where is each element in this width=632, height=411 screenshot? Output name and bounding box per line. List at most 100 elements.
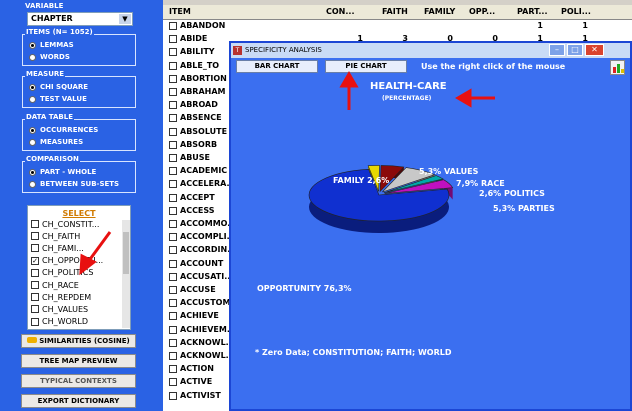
select-item-label: CH_CONSTIT... <box>42 219 100 229</box>
checkbox[interactable] <box>31 293 39 302</box>
select-item[interactable]: CH_VALUES <box>28 303 130 315</box>
header-item[interactable]: ITEM <box>169 7 191 16</box>
checkbox[interactable] <box>31 232 39 241</box>
row-checkbox[interactable] <box>169 167 177 176</box>
row-checkbox[interactable] <box>169 140 177 149</box>
radio-label: PART - WHOLE <box>40 168 97 176</box>
row-value: 1 <box>582 21 588 30</box>
header-family[interactable]: FAMILY <box>424 7 455 16</box>
slice-label-race: 7,9% RACE <box>456 179 505 188</box>
minimize-icon[interactable]: – <box>549 44 565 56</box>
radio-between-subsets[interactable]: BETWEEN SUB-SETS <box>29 179 119 189</box>
radio-lemmas[interactable]: LEMMAS <box>29 40 74 50</box>
row-checkbox[interactable] <box>169 180 177 189</box>
radio-dot[interactable] <box>29 138 36 146</box>
row-checkbox[interactable] <box>169 193 177 202</box>
row-checkbox[interactable] <box>169 272 177 281</box>
table-row[interactable]: ABANDON 1 1 <box>163 19 632 33</box>
select-listbox[interactable]: SELECT CH_CONSTIT... CH_FAITH CH_FAMI... ✓ C… <box>27 205 131 330</box>
header-opp[interactable]: OPP... <box>469 7 495 16</box>
header-faith[interactable]: FAITH <box>382 7 408 16</box>
export-icon[interactable] <box>610 60 625 75</box>
row-checkbox[interactable] <box>169 352 177 360</box>
similarities-button[interactable]: SIMILARITIES (COSINE) <box>21 334 136 348</box>
radio-occurrences[interactable]: OCCURRENCES <box>29 125 98 135</box>
radio-dot[interactable] <box>29 168 36 176</box>
app-icon: T <box>233 46 242 55</box>
button-label: TYPICAL CONTEXTS <box>40 377 117 385</box>
row-checkbox[interactable] <box>169 246 177 255</box>
checkbox[interactable] <box>31 305 39 314</box>
row-checkbox[interactable] <box>169 233 177 242</box>
select-item[interactable]: CH_FAITH <box>28 230 130 242</box>
row-checkbox[interactable] <box>169 48 177 57</box>
row-checkbox[interactable] <box>169 259 177 268</box>
select-item[interactable]: CH_POLITICS <box>28 267 130 279</box>
checkbox[interactable]: ✓ <box>31 256 39 265</box>
row-checkbox[interactable] <box>169 206 177 215</box>
row-checkbox[interactable] <box>169 338 177 347</box>
checkbox[interactable] <box>31 244 39 253</box>
bar-chart-button[interactable]: BAR CHART <box>236 60 318 73</box>
row-checkbox[interactable] <box>169 74 177 83</box>
radio-dot[interactable] <box>29 180 36 188</box>
header-part[interactable]: PART... <box>517 7 547 16</box>
radio-dot[interactable] <box>29 83 36 91</box>
row-checkbox[interactable] <box>169 61 177 70</box>
select-header[interactable]: SELECT <box>28 209 130 218</box>
row-checkbox[interactable] <box>169 365 177 374</box>
close-icon[interactable]: ✕ <box>585 44 604 56</box>
row-checkbox[interactable] <box>169 286 177 294</box>
row-checkbox[interactable] <box>169 101 177 110</box>
tree-map-preview-button[interactable]: TREE MAP PREVIEW <box>21 354 136 368</box>
pie-chart-button[interactable]: PIE CHART <box>325 60 407 73</box>
row-checkbox[interactable] <box>169 22 177 30</box>
select-item[interactable]: CH_CONSTIT... <box>28 218 130 230</box>
select-item-label: CH_POLITICS <box>42 268 94 278</box>
scrollbar[interactable] <box>122 220 130 328</box>
radio-part-whole[interactable]: PART - WHOLE <box>29 167 96 177</box>
row-item: ABSENCE <box>180 113 222 123</box>
select-item[interactable]: CH_WORLD <box>28 316 130 328</box>
checkbox[interactable] <box>31 220 39 229</box>
window-titlebar[interactable]: T SPECIFICITY ANALYSIS – □ ✕ <box>231 43 630 58</box>
radio-dot[interactable] <box>29 95 36 103</box>
maximize-icon[interactable]: □ <box>567 44 583 56</box>
scrollbar-thumb[interactable] <box>123 232 129 274</box>
row-checkbox[interactable] <box>169 391 177 400</box>
row-checkbox[interactable] <box>169 35 177 44</box>
measure-title: MEASURE <box>25 70 66 78</box>
row-checkbox[interactable] <box>169 127 177 136</box>
select-item[interactable]: CH_RACE <box>28 279 130 291</box>
select-item[interactable]: CH_REPDEM <box>28 291 130 303</box>
typical-contexts-button[interactable]: TYPICAL CONTEXTS <box>21 374 136 388</box>
select-item-label: CH_FAMI... <box>42 243 84 253</box>
variable-select[interactable]: CHAPTER ▼ <box>27 12 133 26</box>
row-checkbox[interactable] <box>169 325 177 334</box>
radio-chi-square[interactable]: CHI SQUARE <box>29 82 88 92</box>
header-con[interactable]: CON... <box>326 7 354 16</box>
radio-dot[interactable] <box>29 126 36 134</box>
row-checkbox[interactable] <box>169 312 177 321</box>
select-item-label: CH_REPDEM <box>42 292 92 302</box>
checkbox[interactable] <box>31 317 39 326</box>
radio-words[interactable]: WORDS <box>29 52 70 62</box>
row-item: ACTION <box>180 364 214 374</box>
radio-test-value[interactable]: TEST VALUE <box>29 94 87 104</box>
row-checkbox[interactable] <box>169 114 177 123</box>
row-checkbox[interactable] <box>169 154 177 162</box>
chevron-down-icon[interactable]: ▼ <box>119 14 131 24</box>
row-checkbox[interactable] <box>169 88 177 96</box>
header-poli[interactable]: POLI... <box>561 7 591 16</box>
select-item[interactable]: CH_FAMI... <box>28 242 130 254</box>
row-checkbox[interactable] <box>169 378 177 387</box>
row-checkbox[interactable] <box>169 299 177 308</box>
checkbox[interactable] <box>31 268 39 277</box>
radio-dot[interactable] <box>29 41 36 49</box>
select-item[interactable]: ✓ CH_OPPORTU... <box>28 255 130 267</box>
row-checkbox[interactable] <box>169 220 177 228</box>
checkbox[interactable] <box>31 281 39 290</box>
radio-dot[interactable] <box>29 53 36 61</box>
export-dictionary-button[interactable]: EXPORT DICTIONARY <box>21 394 136 408</box>
radio-measures[interactable]: MEASURES <box>29 137 83 147</box>
